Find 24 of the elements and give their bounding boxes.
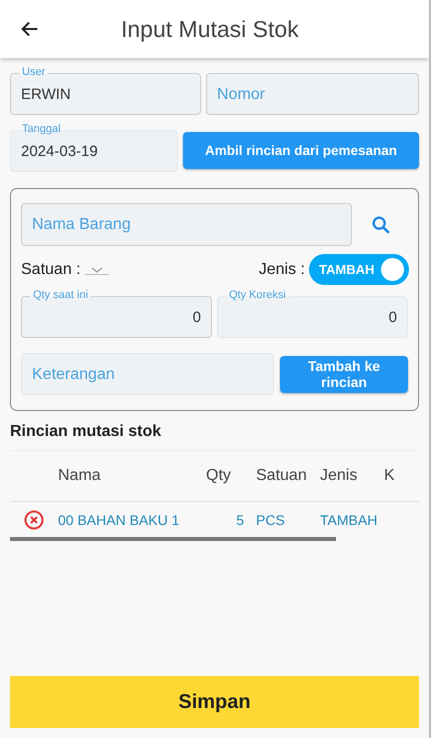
notes-field[interactable]: Keterangan (21, 353, 274, 395)
dropdown-icon[interactable] (84, 264, 109, 274)
field-label: Qty Koreksi (226, 289, 289, 302)
save-button[interactable]: Simpan (10, 676, 419, 728)
item-name-field[interactable]: Nama Barang (21, 203, 352, 246)
column-header: Satuan (256, 467, 308, 485)
field-label: Tanggal (19, 123, 64, 136)
table-cell-text: 00 BAHAN BAKU 1 (58, 512, 180, 528)
page-title: Input Mutasi Stok (121, 16, 299, 42)
type-label: Jenis : (258, 260, 305, 278)
section-title: Rincian mutasi stok (10, 423, 419, 451)
table-cell-text: PCS (256, 512, 286, 528)
table-cell-text: TAMBAH (320, 512, 378, 528)
column-header: K (384, 467, 395, 485)
unit-label: Satuan : (21, 260, 81, 278)
nomor-field[interactable]: Nomor (206, 73, 419, 115)
table-cell-text: 5 (235, 512, 244, 528)
column-header: Qty (206, 467, 232, 485)
field-label: Qty saat ini (30, 289, 92, 302)
search-icon[interactable] (370, 214, 392, 236)
remove-icon[interactable] (24, 510, 44, 530)
column-header: Nama (58, 467, 102, 485)
scrollbar[interactable] (10, 537, 336, 541)
column-header: Jenis (320, 467, 358, 485)
